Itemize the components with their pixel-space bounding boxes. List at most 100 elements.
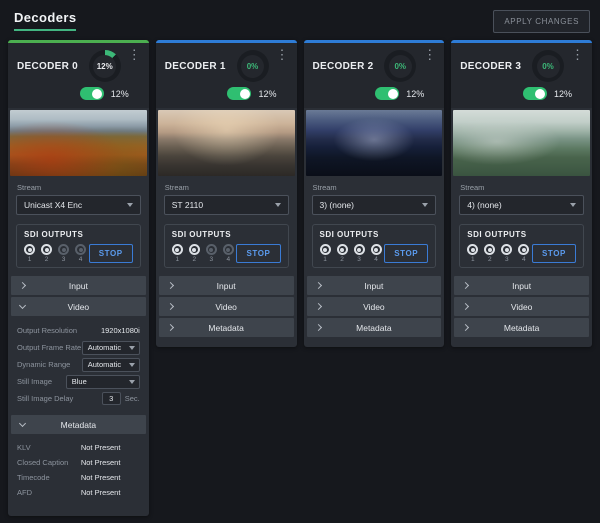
sdi-output-toggle-4[interactable]: 4 [371,244,382,263]
section-header-metadata[interactable]: Metadata [307,318,442,337]
stop-button[interactable]: STOP [236,244,280,263]
decoder-title: DECODER 1 [165,61,237,72]
sdi-output-toggle-3[interactable]: 3 [58,244,69,263]
sdi-toggle-circle [467,244,478,255]
still-image-delay-input[interactable] [102,392,121,405]
selected-value: Automatic [88,343,121,352]
load-percent-label: 12% [406,89,424,99]
stream-selected-value: ST 2110 [172,200,203,210]
section-label: Video [307,302,442,312]
sections: Input Video Metadata [304,276,445,343]
stop-button[interactable]: STOP [384,244,428,263]
stream-select[interactable]: ST 2110 [164,195,289,215]
output-frame-rate-select[interactable]: Automatic [82,341,140,355]
section-header-video[interactable]: Video [307,297,442,316]
decoder-enable-toggle[interactable] [227,87,251,100]
load-percent-label: 12% [554,89,572,99]
section-header-video[interactable]: Video [454,297,589,316]
selected-value: Blue [72,377,87,386]
decoder-title: DECODER 2 [313,61,385,72]
sdi-output-toggle-3[interactable]: 3 [501,244,512,263]
sdi-outputs-panel: SDI OUTPUTS 1 2 34 STOP [16,224,141,268]
sdi-output-toggle-1[interactable]: 1 [467,244,478,263]
sdi-output-toggle-2[interactable]: 2 [189,244,200,263]
sdi-toggle-circle [75,244,86,255]
sdi-outputs-row: 1 2 34 STOP [24,244,133,263]
field-row-output-resolution: Output Resolution1920x1080i [17,322,140,339]
selected-value: Automatic [88,360,121,369]
stream-select[interactable]: Unicast X4 Enc [16,195,141,215]
decoder-enable-toggle[interactable] [375,87,399,100]
sdi-outputs-panel: SDI OUTPUTS 1234 STOP [312,224,437,268]
sdi-outputs-title: SDI OUTPUTS [467,230,576,239]
sdi-outputs-row: 1234 STOP [172,244,281,263]
kebab-menu-icon[interactable]: ⋮ [276,50,289,60]
section-header-metadata[interactable]: Metadata [11,415,146,434]
chevron-down-icon [129,363,135,367]
sdi-output-toggle-4[interactable]: 4 [518,244,529,263]
kebab-menu-icon[interactable]: ⋮ [423,50,436,60]
page-header: Decoders APPLY CHANGES [0,0,600,40]
still-image-select[interactable]: Blue [66,375,140,389]
stream-label: Stream [451,176,592,195]
sdi-output-number: 1 [471,256,475,263]
page-title: Decoders [14,10,76,31]
dynamic-range-select[interactable]: Automatic [82,358,140,372]
sdi-output-toggle-4[interactable]: 4 [223,244,234,263]
decoder-enable-toggle[interactable] [523,87,547,100]
field-label: KLV [17,443,81,452]
section-label: Metadata [454,323,589,333]
field-label: Timecode [17,473,81,482]
stream-select[interactable]: 3) (none) [312,195,437,215]
field-row-still-image-delay: Still Image DelaySec. [17,390,140,407]
sdi-output-number: 3 [357,256,361,263]
stop-button[interactable]: STOP [532,244,576,263]
sdi-toggle-circle [320,244,331,255]
decoder-enable-toggle[interactable] [80,87,104,100]
usage-donut: 0% [384,50,416,82]
chevron-down-icon [129,380,135,384]
sdi-output-number: 2 [45,256,49,263]
section-header-metadata[interactable]: Metadata [454,318,589,337]
sdi-outputs-title: SDI OUTPUTS [24,230,133,239]
kebab-menu-icon[interactable]: ⋮ [128,50,141,60]
decoder-card-header: DECODER 2 0% ⋮ 12% [304,43,445,108]
field-row-afd: AFDNot Present [17,485,140,500]
field-value: Not Present [81,443,121,452]
sdi-output-toggle-1[interactable]: 1 [172,244,183,263]
sdi-output-toggle-4[interactable]: 4 [75,244,86,263]
field-row-timecode: TimecodeNot Present [17,470,140,485]
section-header-video[interactable]: Video [159,297,294,316]
section-header-video[interactable]: Video [11,297,146,316]
section-panel-video: Output Resolution1920x1080iOutput Frame … [11,318,146,415]
sdi-toggle-circle [58,244,69,255]
section-label: Input [11,281,146,291]
sdi-output-toggle-3[interactable]: 3 [206,244,217,263]
section-header-input[interactable]: Input [159,276,294,295]
sdi-toggle-circle [24,244,35,255]
section-label: Input [159,281,294,291]
section-header-metadata[interactable]: Metadata [159,318,294,337]
field-row-output-frame-rate: Output Frame RateAutomatic [17,339,140,356]
section-header-input[interactable]: Input [454,276,589,295]
field-value: Not Present [81,473,121,482]
section-header-input[interactable]: Input [307,276,442,295]
usage-percent: 12% [89,50,121,82]
sdi-output-number: 4 [522,256,526,263]
section-header-input[interactable]: Input [11,276,146,295]
sdi-output-toggle-1[interactable]: 1 [24,244,35,263]
sdi-toggle-circle [371,244,382,255]
sdi-output-toggle-2[interactable]: 2 [337,244,348,263]
kebab-menu-icon[interactable]: ⋮ [571,50,584,60]
stop-button[interactable]: STOP [89,244,133,263]
sdi-output-number: 2 [340,256,344,263]
apply-changes-button[interactable]: APPLY CHANGES [493,10,590,33]
sdi-output-toggle-2[interactable]: 2 [484,244,495,263]
stream-select[interactable]: 4) (none) [459,195,584,215]
sdi-output-number: 2 [488,256,492,263]
sdi-output-toggle-1[interactable]: 1 [320,244,331,263]
sdi-output-toggle-2[interactable]: 2 [41,244,52,263]
field-row-closed-caption: Closed CaptionNot Present [17,455,140,470]
decoder-card: DECODER 2 0% ⋮ 12% Stream 3) (none) SDI … [304,40,445,347]
sdi-output-toggle-3[interactable]: 3 [354,244,365,263]
